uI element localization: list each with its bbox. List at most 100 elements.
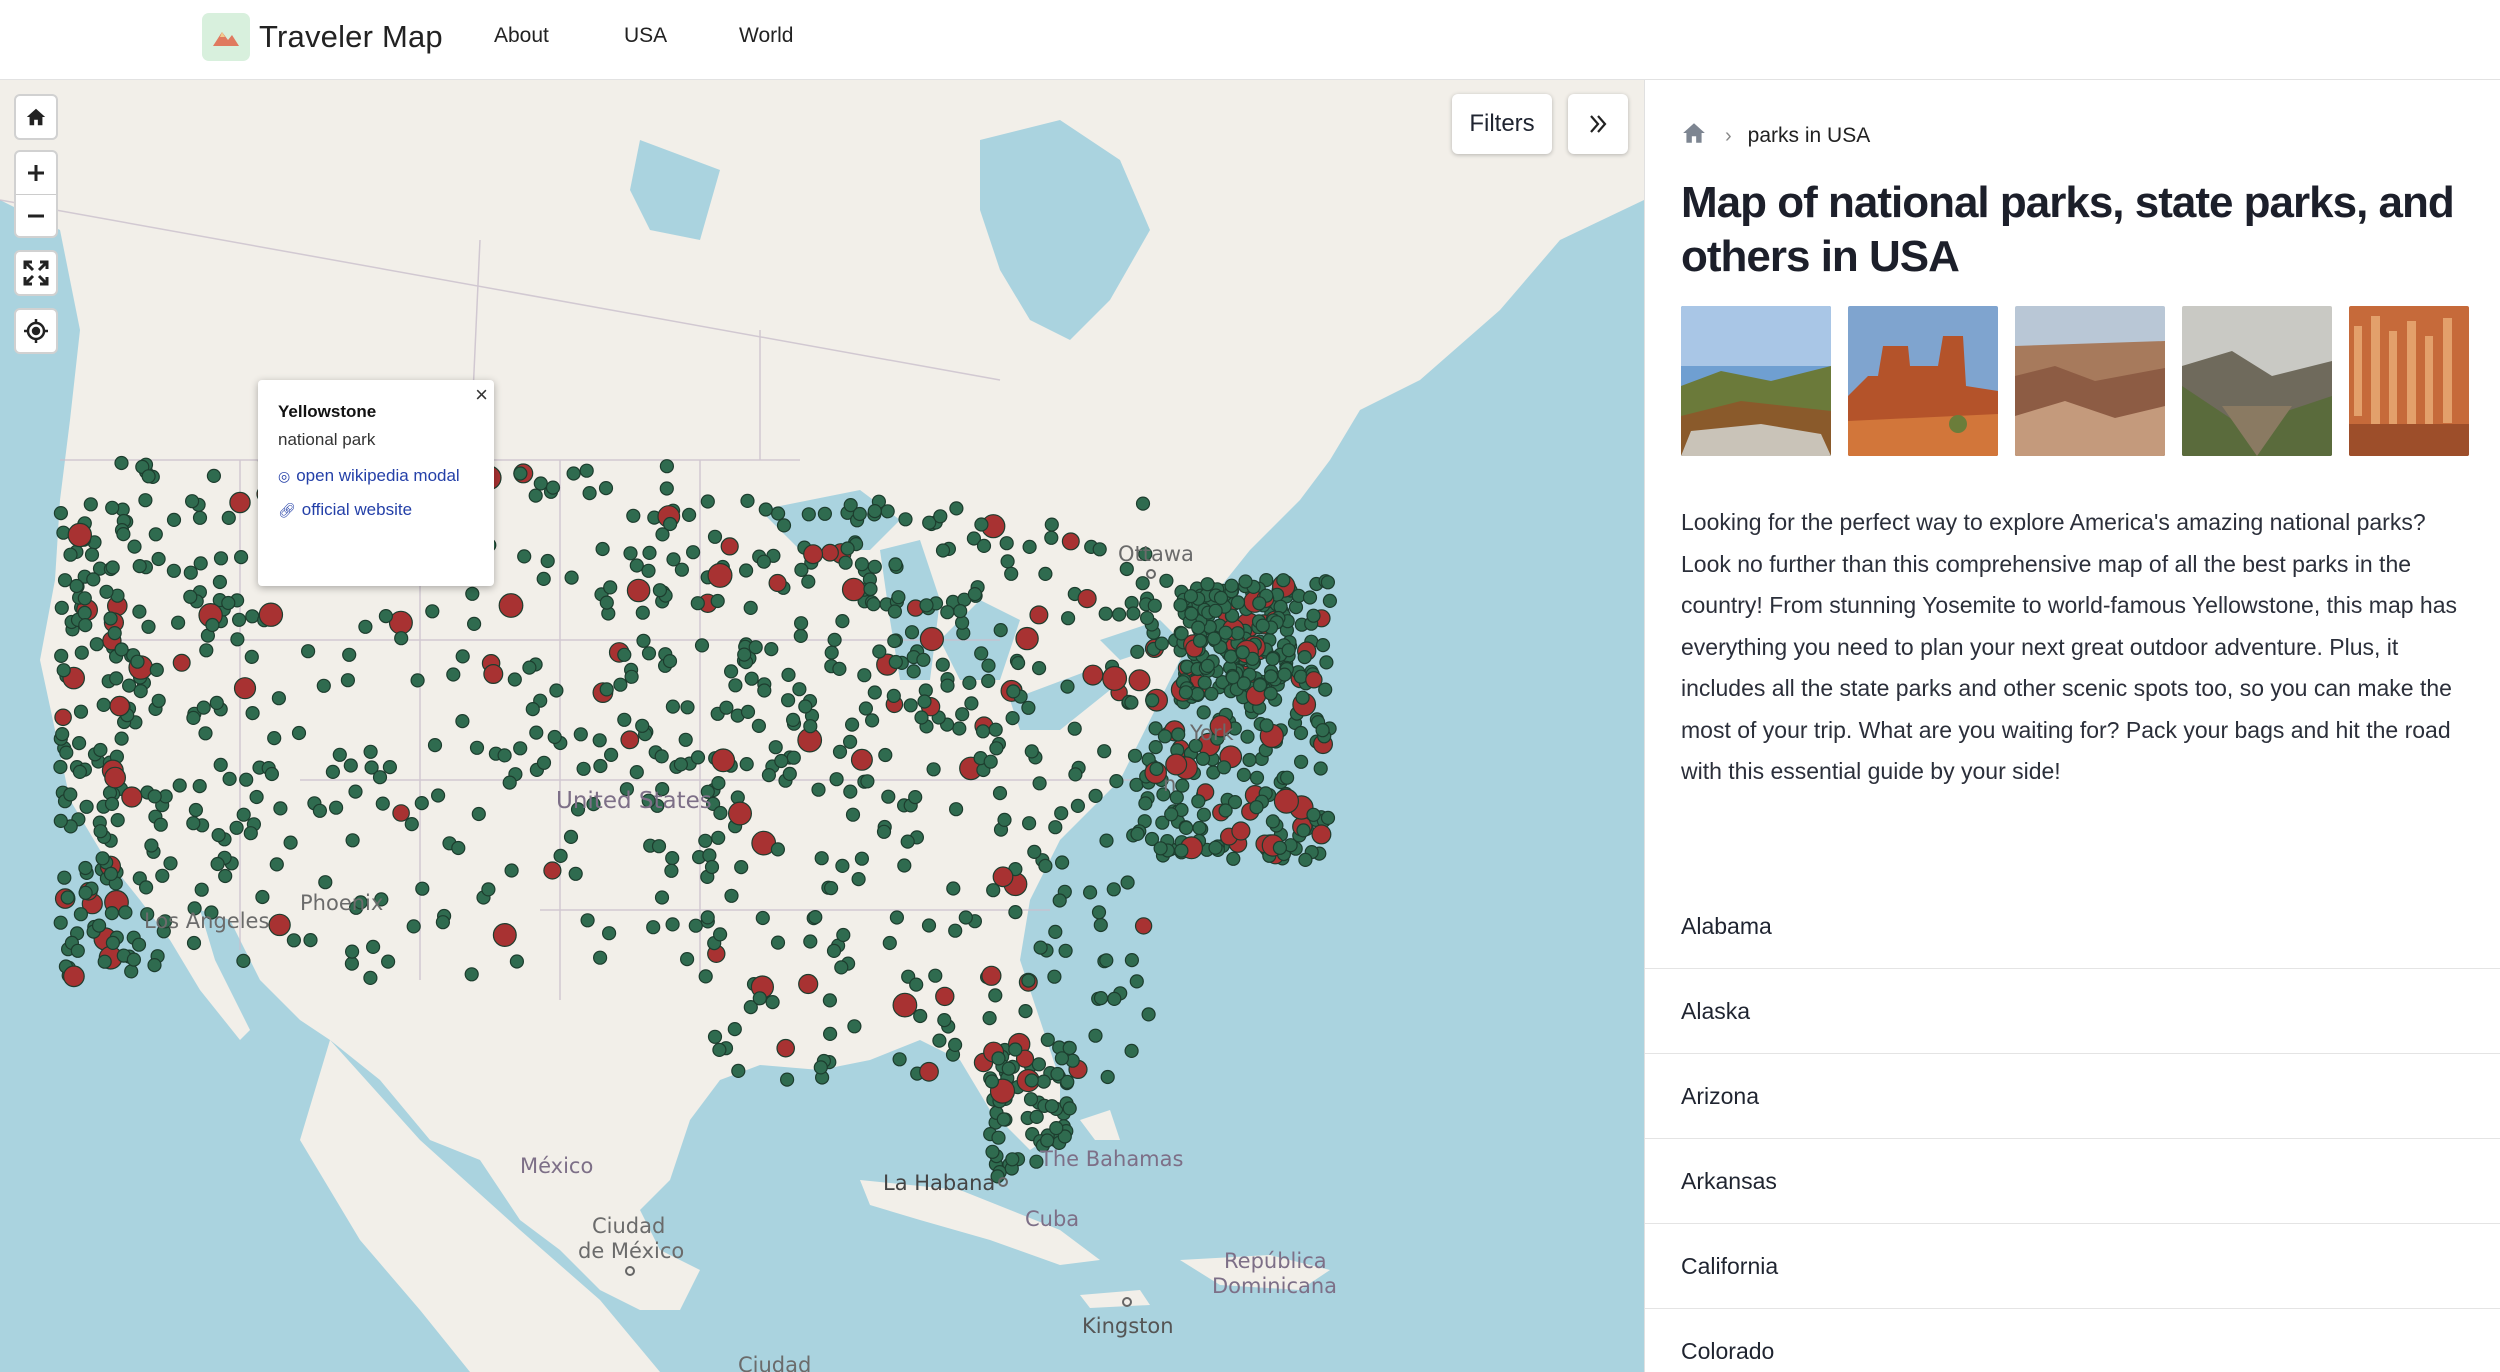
park-marker[interactable] (613, 677, 628, 692)
park-marker[interactable] (1050, 1066, 1065, 1082)
park-marker[interactable] (881, 789, 896, 804)
park-marker[interactable] (78, 860, 93, 876)
national-park-marker[interactable] (121, 786, 143, 808)
park-marker[interactable] (993, 622, 1008, 638)
park-marker[interactable] (743, 600, 758, 616)
park-marker[interactable] (1021, 973, 1036, 988)
brand-link[interactable]: Traveler Map (202, 13, 443, 61)
park-marker[interactable] (886, 688, 901, 704)
park-marker[interactable] (698, 969, 713, 984)
park-marker[interactable] (702, 848, 717, 863)
park-marker[interactable] (770, 842, 786, 857)
park-marker[interactable] (690, 596, 705, 611)
park-marker[interactable] (857, 668, 872, 683)
park-marker[interactable] (99, 584, 114, 599)
park-marker[interactable] (104, 905, 120, 921)
park-marker[interactable] (1024, 1073, 1039, 1088)
park-marker[interactable] (104, 796, 120, 812)
park-marker[interactable] (1174, 843, 1189, 858)
park-marker[interactable] (343, 758, 358, 773)
park-marker[interactable] (118, 905, 133, 920)
park-marker[interactable] (813, 1060, 828, 1075)
park-marker[interactable] (776, 518, 792, 533)
park-marker[interactable] (264, 766, 279, 782)
park-marker[interactable] (1213, 590, 1229, 606)
park-marker[interactable] (707, 1029, 723, 1044)
park-marker[interactable] (1033, 940, 1048, 955)
park-marker[interactable] (652, 583, 668, 598)
park-marker[interactable] (105, 500, 120, 515)
park-marker[interactable] (897, 858, 912, 873)
park-marker[interactable] (186, 710, 201, 726)
park-marker[interactable] (694, 638, 710, 653)
national-park-marker[interactable] (992, 866, 1014, 888)
park-marker[interactable] (617, 647, 632, 662)
park-marker[interactable] (1204, 686, 1219, 701)
park-marker[interactable] (464, 967, 479, 982)
national-park-marker[interactable] (483, 663, 504, 684)
park-marker[interactable] (1322, 593, 1338, 609)
park-marker[interactable] (863, 581, 878, 597)
park-marker[interactable] (1173, 598, 1188, 613)
park-marker[interactable] (989, 741, 1004, 756)
park-marker[interactable] (1005, 1152, 1020, 1167)
park-marker[interactable] (1238, 574, 1253, 589)
national-park-marker[interactable] (54, 708, 72, 727)
national-park-marker[interactable] (1082, 664, 1104, 686)
park-marker[interactable] (624, 669, 639, 684)
park-marker[interactable] (222, 771, 237, 787)
national-park-marker[interactable] (63, 965, 85, 988)
park-marker[interactable] (348, 784, 363, 799)
national-park-marker[interactable] (233, 677, 257, 700)
park-marker[interactable] (513, 741, 528, 756)
park-marker[interactable] (654, 890, 670, 905)
park-marker[interactable] (540, 553, 555, 569)
park-photo-2[interactable] (1848, 306, 1998, 456)
park-marker[interactable] (1175, 778, 1190, 793)
fullscreen-icon[interactable] (16, 252, 56, 294)
park-marker[interactable] (291, 725, 307, 741)
park-marker[interactable] (1119, 561, 1134, 577)
park-marker[interactable] (665, 917, 680, 932)
park-marker[interactable] (124, 964, 139, 979)
park-marker[interactable] (435, 915, 450, 930)
national-park-marker[interactable] (711, 748, 736, 773)
state-item-arizona[interactable]: Arizona (1645, 1054, 2500, 1139)
park-marker[interactable] (1263, 686, 1278, 701)
park-marker[interactable] (221, 510, 236, 525)
park-marker[interactable] (1060, 679, 1075, 694)
park-marker[interactable] (286, 933, 301, 948)
park-marker[interactable] (186, 935, 202, 951)
park-marker[interactable] (1106, 882, 1121, 897)
park-marker[interactable] (269, 857, 284, 872)
park-marker[interactable] (1124, 952, 1140, 968)
park-marker[interactable] (83, 497, 98, 512)
park-marker[interactable] (127, 539, 142, 554)
park-marker[interactable] (801, 574, 816, 589)
park-marker[interactable] (586, 796, 601, 812)
park-marker[interactable] (1295, 690, 1310, 705)
park-marker[interactable] (1147, 598, 1162, 613)
park-marker[interactable] (1196, 705, 1211, 720)
park-marker[interactable] (1188, 738, 1203, 753)
park-marker[interactable] (69, 578, 84, 594)
park-marker[interactable] (793, 616, 809, 631)
national-park-marker[interactable] (892, 992, 918, 1018)
park-marker[interactable] (151, 551, 166, 567)
park-marker[interactable] (1052, 893, 1067, 908)
park-marker[interactable] (710, 593, 725, 609)
park-marker[interactable] (255, 889, 270, 905)
park-marker[interactable] (153, 817, 168, 832)
park-marker[interactable] (891, 590, 906, 605)
national-park-marker[interactable] (821, 543, 839, 562)
park-marker[interactable] (1302, 590, 1318, 605)
park-marker[interactable] (780, 693, 796, 708)
park-marker[interactable] (1036, 1074, 1051, 1089)
park-marker[interactable] (700, 494, 715, 509)
park-marker[interactable] (147, 789, 162, 804)
park-marker[interactable] (147, 957, 162, 973)
park-marker[interactable] (724, 888, 739, 903)
park-marker[interactable] (774, 753, 789, 769)
park-marker[interactable] (205, 617, 220, 633)
park-marker[interactable] (707, 529, 723, 544)
